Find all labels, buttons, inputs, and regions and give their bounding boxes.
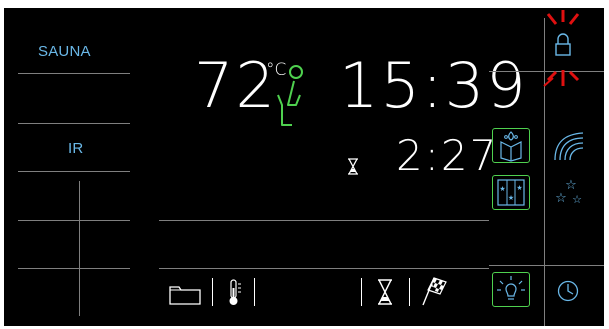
left-vertical-divider	[79, 181, 80, 316]
stars-icon: ☆ ☆ ☆	[555, 178, 582, 206]
clock-button[interactable]	[549, 272, 587, 307]
svg-text:☆: ☆	[572, 193, 582, 206]
thermometer-icon[interactable]	[224, 278, 246, 308]
right-divider	[489, 265, 604, 266]
clock-readout: 15:39	[339, 49, 528, 122]
toolbar-divider	[254, 278, 255, 306]
lock-icon[interactable]	[540, 8, 586, 94]
light-bulb-icon	[497, 276, 525, 300]
svg-text:★: ★	[508, 194, 514, 202]
airflow-icon	[554, 132, 584, 161]
svg-text:★: ★	[499, 185, 505, 193]
toolbar-divider	[409, 278, 410, 306]
left-divider	[18, 220, 130, 221]
clock-icon	[557, 280, 579, 302]
colored-light-icon: ★ ★ ★	[497, 179, 525, 206]
left-divider	[18, 73, 130, 74]
timer-readout: 2:27	[396, 131, 499, 180]
temperature-readout: 72	[194, 49, 277, 122]
toolbar-divider	[212, 278, 213, 306]
left-divider	[18, 268, 130, 269]
svg-text:☆: ☆	[555, 191, 567, 206]
checkered-flag-icon[interactable]	[420, 276, 448, 306]
colored-light-button[interactable]: ★ ★ ★	[492, 175, 530, 210]
center-divider	[159, 220, 489, 221]
svg-text:☆: ☆	[565, 178, 577, 193]
folder-icon[interactable]	[169, 283, 201, 305]
sauna-control-screen: SAUNA IR 72 °C 15:39 2:27 ★ ★ ★ ☆ ☆ ☆	[4, 8, 604, 326]
aroma-book-icon	[500, 131, 522, 162]
aroma-button[interactable]	[492, 128, 530, 163]
center-divider	[159, 268, 489, 269]
svg-text:★: ★	[516, 184, 522, 192]
light-button[interactable]	[492, 272, 530, 307]
airflow-button[interactable]	[549, 128, 587, 163]
left-divider	[18, 123, 130, 124]
hourglass-icon[interactable]	[376, 278, 394, 306]
person-seated-icon	[276, 63, 306, 129]
ir-mode-button[interactable]: IR	[68, 140, 83, 157]
sauna-mode-button[interactable]: SAUNA	[38, 43, 91, 60]
stars-button[interactable]: ☆ ☆ ☆	[549, 175, 587, 210]
hourglass-icon	[347, 158, 359, 175]
toolbar-divider	[361, 278, 362, 306]
left-divider	[18, 171, 130, 172]
